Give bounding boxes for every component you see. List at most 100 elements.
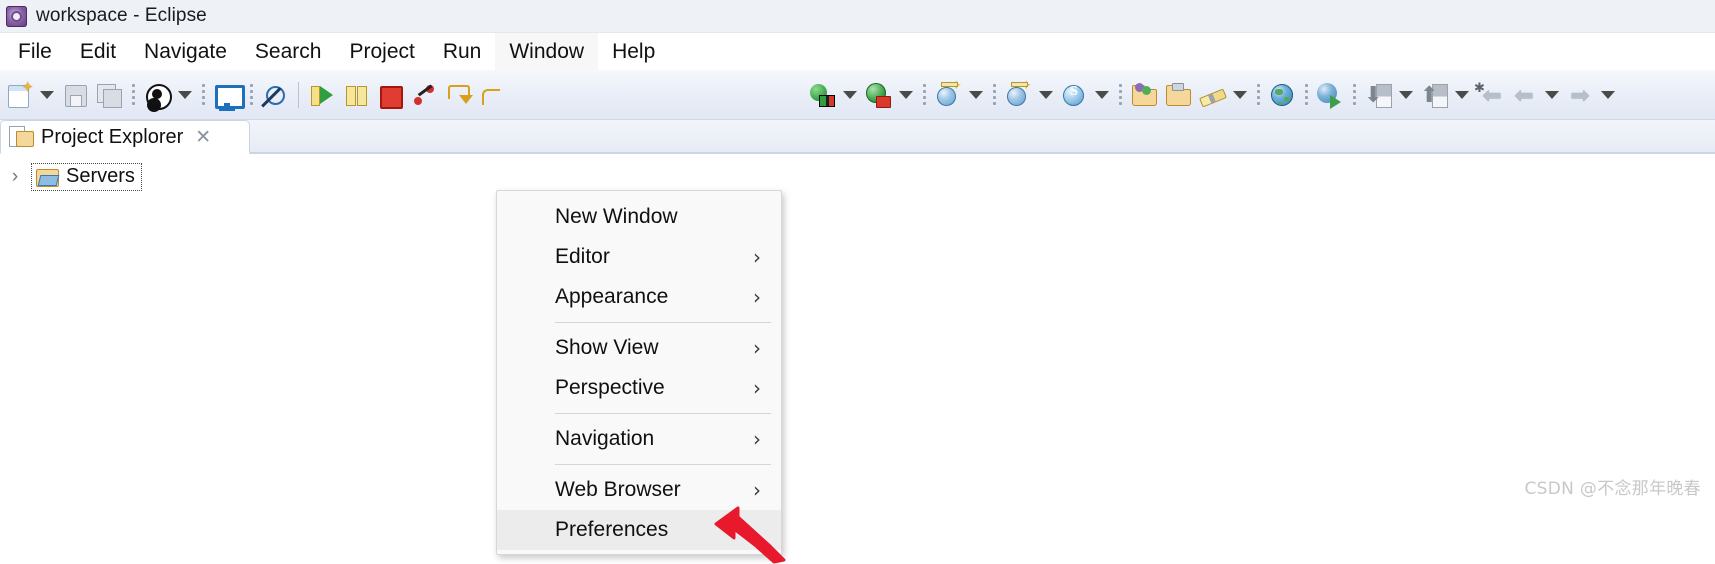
menu-item-new-window[interactable]: New Window (497, 197, 781, 237)
menu-project[interactable]: Project (335, 33, 428, 70)
run-server-button[interactable] (805, 75, 839, 115)
step-into-button[interactable] (475, 75, 509, 115)
run-server-dropdown[interactable] (839, 75, 861, 115)
toolbar-drag-handle[interactable] (1113, 75, 1127, 115)
stop-icon (376, 81, 404, 109)
toolbar-separator (298, 81, 299, 108)
globe-button[interactable] (1265, 75, 1299, 115)
project-tree: › Servers (0, 154, 1715, 192)
globe-run-button[interactable] (1313, 75, 1347, 115)
open-console-icon (213, 81, 245, 109)
step-return-icon (444, 81, 473, 109)
menu-item-label: Web Browser (555, 478, 681, 501)
chevron-down-icon (40, 90, 54, 99)
open-console-button[interactable] (210, 75, 245, 115)
menu-item-show-view[interactable]: Show View › (497, 328, 781, 368)
menu-run[interactable]: Run (429, 33, 496, 70)
new-web-project-dropdown[interactable] (965, 75, 987, 115)
skip-breakpoints-button[interactable] (258, 75, 292, 115)
tree-item-label: Servers (66, 165, 135, 187)
menu-item-navigation[interactable]: Navigation › (497, 419, 781, 459)
new-web-service-button[interactable] (1001, 75, 1035, 115)
menu-help[interactable]: Help (598, 33, 669, 70)
spring-bean-button[interactable] (1057, 75, 1091, 115)
new-wizard-button[interactable] (2, 75, 36, 115)
chevron-right-icon: › (753, 427, 761, 451)
toolbar-drag-handle[interactable] (1251, 75, 1265, 115)
step-into-icon (478, 81, 506, 109)
close-icon[interactable]: ✕ (195, 128, 211, 147)
chevron-down-icon (1545, 90, 1559, 99)
step-graph-icon (410, 81, 438, 109)
tab-project-explorer[interactable]: Project Explorer ✕ (0, 120, 250, 154)
menu-item-label: Navigation (555, 427, 655, 450)
menu-item-perspective[interactable]: Perspective › (497, 368, 781, 408)
spring-bean-icon (1060, 81, 1088, 109)
menu-item-web-browser[interactable]: Web Browser › (497, 470, 781, 510)
open-resource-folder-button[interactable] (1161, 75, 1195, 115)
chevron-down-icon (969, 90, 983, 99)
step-graph-button[interactable] (407, 75, 441, 115)
step-return-button[interactable] (441, 75, 475, 115)
menu-separator (555, 322, 771, 323)
forward-arrow-icon (1566, 81, 1594, 109)
last-edit-location-button[interactable] (1473, 75, 1507, 115)
user-account-dropdown[interactable] (174, 75, 196, 115)
window-title: workspace - Eclipse (36, 5, 207, 26)
open-type-folder-icon (1130, 81, 1158, 109)
menu-window[interactable]: Window (495, 33, 599, 70)
tree-item-servers-selection[interactable]: Servers (31, 163, 142, 191)
new-web-service-dropdown[interactable] (1035, 75, 1057, 115)
toolbar-drag-handle[interactable] (1347, 75, 1361, 115)
menu-item-appearance[interactable]: Appearance › (497, 277, 781, 317)
menu-search[interactable]: Search (241, 33, 336, 70)
import-button[interactable] (1361, 75, 1395, 115)
run-button[interactable] (305, 75, 339, 115)
pencil-edit-dropdown[interactable] (1229, 75, 1251, 115)
forward-dropdown[interactable] (1597, 75, 1619, 115)
toolbar-drag-handle[interactable] (1299, 75, 1313, 115)
new-wizard-dropdown[interactable] (36, 75, 58, 115)
chevron-right-icon: › (753, 478, 761, 502)
open-resource-folder-icon (1164, 81, 1192, 109)
menu-navigate[interactable]: Navigate (130, 33, 241, 70)
stop-button[interactable] (373, 75, 407, 115)
back-button[interactable] (1507, 75, 1541, 115)
open-type-folder-button[interactable] (1127, 75, 1161, 115)
spring-bean-dropdown[interactable] (1091, 75, 1113, 115)
project-explorer-icon (9, 126, 34, 148)
title-bar: workspace - Eclipse (0, 0, 1715, 33)
menu-item-label: Preferences (555, 518, 669, 541)
toolbar-drag-handle[interactable] (196, 75, 210, 115)
new-web-project-icon (934, 77, 962, 109)
save-button[interactable] (58, 75, 92, 115)
globe-icon (1268, 81, 1296, 109)
chevron-down-icon (1039, 90, 1053, 99)
forward-button[interactable] (1563, 75, 1597, 115)
user-account-button[interactable] (140, 75, 174, 115)
toolbar-drag-handle[interactable] (126, 75, 140, 115)
back-dropdown[interactable] (1541, 75, 1563, 115)
export-dropdown[interactable] (1451, 75, 1473, 115)
tree-item-servers[interactable]: › Servers (0, 162, 1715, 192)
chevron-down-icon (1399, 90, 1413, 99)
chevron-down-icon (1455, 90, 1469, 99)
import-dropdown[interactable] (1395, 75, 1417, 115)
menu-item-editor[interactable]: Editor › (497, 237, 781, 277)
new-web-project-button[interactable] (931, 75, 965, 115)
menu-item-preferences[interactable]: Preferences (497, 510, 781, 550)
toolbar-drag-handle[interactable] (917, 75, 931, 115)
menu-item-label: Perspective (555, 376, 665, 399)
chevron-right-icon[interactable]: › (4, 166, 26, 188)
pause-button[interactable] (339, 75, 373, 115)
pencil-edit-button[interactable] (1195, 75, 1229, 115)
menu-edit[interactable]: Edit (66, 33, 130, 70)
export-button[interactable] (1417, 75, 1451, 115)
menu-file[interactable]: File (4, 33, 66, 70)
debug-server-dropdown[interactable] (895, 75, 917, 115)
save-all-button[interactable] (92, 75, 126, 115)
toolbar-drag-handle[interactable] (244, 75, 258, 115)
toolbar-drag-handle[interactable] (987, 75, 1001, 115)
debug-server-button[interactable] (861, 75, 895, 115)
run-server-icon (808, 81, 836, 109)
